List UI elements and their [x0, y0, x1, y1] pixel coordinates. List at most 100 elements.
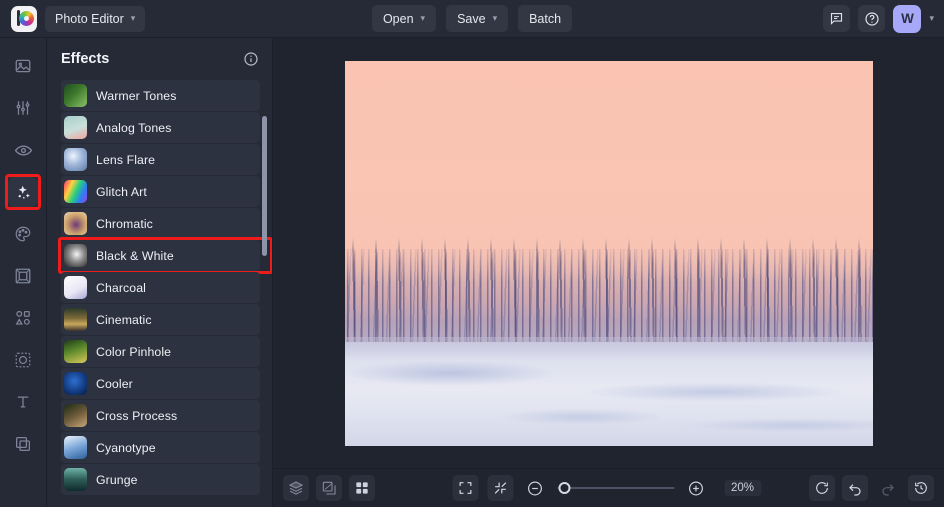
effect-list-item[interactable]: Glitch Art [61, 176, 260, 207]
photo-editor-app: Photo Editor ▾ Open ▾ Save ▾ Batch W ▾ E… [0, 0, 944, 507]
grid-view-icon[interactable] [349, 475, 375, 501]
effect-list-item[interactable]: Charcoal [61, 272, 260, 303]
sidebar-item-image[interactable] [8, 51, 38, 81]
sidebar-item-text[interactable] [8, 387, 38, 417]
effect-list-item[interactable]: Cooler [61, 368, 260, 399]
sidebar-item-stickers[interactable] [8, 345, 38, 375]
color-wheel-logo-icon[interactable] [11, 5, 37, 32]
effect-list-item[interactable]: Color Pinhole [61, 336, 260, 367]
app-menu-button[interactable]: Photo Editor ▾ [45, 5, 146, 32]
lens-flare-thumb [64, 148, 87, 171]
zoom-slider-handle[interactable] [557, 482, 570, 494]
bottom-center-group: 20% [451, 475, 765, 501]
effect-label: Chromatic [96, 216, 153, 231]
chat-bubble-icon[interactable] [823, 5, 851, 32]
effect-label: Cooler [96, 376, 133, 391]
save-button-label: Save [457, 11, 486, 26]
batch-button-label: Batch [529, 11, 562, 26]
effect-list-item[interactable]: Chromatic [61, 208, 260, 239]
flamingo-thumb [64, 116, 87, 139]
effect-label: Color Pinhole [96, 344, 172, 359]
app-body: Effects Warmer Tones Analog Tones Lens Fla… [0, 38, 944, 507]
zoom-slider-track [556, 487, 674, 489]
question-circle-icon[interactable] [858, 5, 886, 32]
effect-list-item[interactable]: Cross Process [61, 400, 260, 431]
undo-icon[interactable] [842, 475, 868, 501]
sidebar-item-paint[interactable] [8, 219, 38, 249]
header-left-group: Photo Editor ▾ [0, 5, 146, 32]
chevron-down-icon: ▾ [492, 13, 498, 23]
info-circle-icon[interactable] [243, 51, 259, 67]
chevron-down-icon: ▾ [130, 13, 136, 23]
effect-list-item[interactable]: Lens Flare [61, 144, 260, 175]
canvas-area: 20% [273, 38, 944, 507]
zoom-slider[interactable] [556, 481, 674, 495]
tool-rail [0, 38, 47, 507]
transform-icon[interactable] [316, 475, 342, 501]
effect-list-item[interactable]: Analog Tones [61, 112, 260, 143]
effect-list-item[interactable]: Cinematic [61, 304, 260, 335]
effect-list-item[interactable]: Warmer Tones [61, 80, 260, 111]
zoom-level-value[interactable]: 20% [723, 480, 762, 496]
avatar-chevron-down-icon[interactable]: ▾ [929, 13, 934, 24]
batch-button[interactable]: Batch [518, 5, 573, 32]
reset-rotate-icon[interactable] [809, 475, 835, 501]
canvas-stage[interactable] [273, 38, 944, 468]
cross-process-portrait-thumb [64, 404, 87, 427]
effects-panel-header: Effects [47, 38, 272, 80]
effects-scrollbar[interactable] [262, 116, 267, 256]
redo-icon[interactable] [875, 475, 901, 501]
fit-to-screen-icon[interactable] [486, 475, 513, 501]
effect-list-item[interactable]: Black & White [58, 237, 272, 274]
chromatic-swirl-thumb [64, 212, 87, 235]
fullscreen-icon[interactable] [451, 475, 478, 501]
effects-list[interactable]: Warmer Tones Analog Tones Lens Flare Glitch… [47, 80, 272, 507]
history-clock-icon[interactable] [908, 475, 934, 501]
zoom-in-icon[interactable] [683, 475, 709, 501]
avatar-initial: W [901, 11, 914, 26]
layers-icon[interactable] [283, 475, 309, 501]
open-button[interactable]: Open ▾ [371, 5, 437, 32]
sidebar-item-frames[interactable] [8, 261, 38, 291]
effect-label: Charcoal [96, 280, 147, 295]
effects-panel: Effects Warmer Tones Analog Tones Lens Fla… [47, 38, 273, 507]
app-header: Photo Editor ▾ Open ▾ Save ▾ Batch W ▾ [0, 0, 944, 38]
avatar[interactable]: W [893, 4, 922, 33]
glitch-portrait-thumb [64, 180, 87, 203]
save-button[interactable]: Save ▾ [446, 5, 509, 32]
sidebar-item-shapes[interactable] [8, 303, 38, 333]
header-center-group: Open ▾ Save ▾ Batch [371, 5, 573, 32]
effect-list-item[interactable]: Grunge [61, 464, 260, 495]
edited-photo[interactable] [344, 60, 873, 446]
open-button-label: Open [382, 11, 414, 26]
effect-label: Grunge [96, 472, 138, 487]
grunge-landscape-thumb [64, 468, 87, 491]
effect-label: Warmer Tones [96, 88, 177, 103]
photo-snow-ridge [344, 337, 873, 361]
photo-snow-layer [344, 337, 873, 446]
bottom-toolbar: 20% [273, 468, 944, 507]
chevron-down-icon: ▾ [420, 13, 426, 23]
sidebar-item-retouch[interactable] [8, 135, 38, 165]
cyanotype-fern-thumb [64, 436, 87, 459]
pinhole-building-thumb [64, 340, 87, 363]
effect-label: Glitch Art [96, 184, 147, 199]
cinematic-strip-thumb [64, 308, 87, 331]
header-right-group: W ▾ [823, 4, 944, 33]
zoom-out-icon[interactable] [522, 475, 548, 501]
effect-label: Analog Tones [96, 120, 172, 135]
sidebar-item-overlays[interactable] [8, 429, 38, 459]
app-menu-label: Photo Editor [55, 11, 124, 26]
effect-label: Cyanotype [96, 440, 156, 455]
effect-label: Cross Process [96, 408, 178, 423]
effect-list-item[interactable]: Cyanotype [61, 432, 260, 463]
sidebar-item-adjust[interactable] [8, 93, 38, 123]
bottom-left-group [283, 475, 375, 501]
effect-label: Black & White [96, 248, 174, 263]
sidebar-item-effects[interactable] [5, 174, 41, 210]
palm-leaves-thumb [64, 84, 87, 107]
bottom-right-group [809, 475, 934, 501]
bw-swan-thumb [64, 244, 87, 267]
page-title: Effects [61, 51, 110, 67]
effect-label: Lens Flare [96, 152, 156, 167]
